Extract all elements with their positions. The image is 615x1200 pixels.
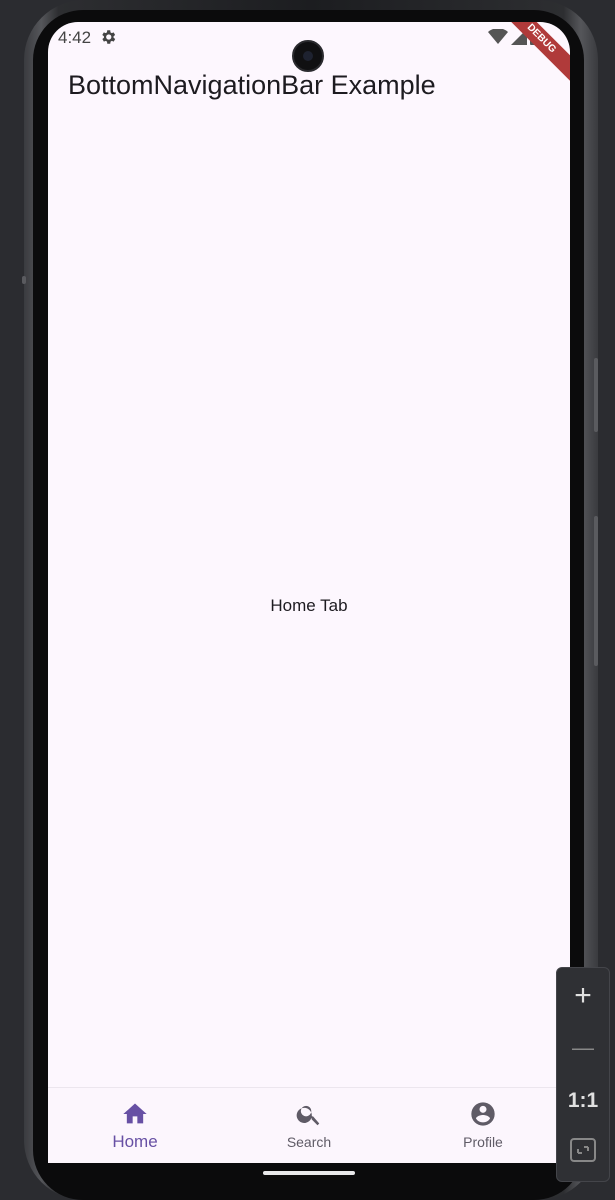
bottom-navigation-bar: Home Search Profile [48,1087,570,1163]
nav-label-profile: Profile [463,1134,503,1150]
home-icon [121,1100,149,1128]
gesture-handle[interactable] [263,1171,355,1175]
actual-size-button[interactable]: 1:1 [557,1079,609,1123]
frame-notch-left [22,276,26,284]
nav-label-home: Home [112,1132,158,1151]
device-screen: 4:42 DEBUG BottomNavigationBar Example H… [48,22,570,1163]
page-title: BottomNavigationBar Example [68,70,436,100]
emulator-zoom-panel: + — 1:1 [556,967,610,1182]
status-time: 4:42 [58,28,92,47]
nav-item-search[interactable]: Search [222,1088,396,1163]
zoom-in-button[interactable]: + [557,974,609,1018]
fit-screen-button[interactable] [557,1130,609,1174]
tab-content-text: Home Tab [270,596,348,615]
search-icon [295,1100,323,1128]
zoom-out-button[interactable]: — [557,1026,609,1070]
nav-item-profile[interactable]: Profile [396,1088,570,1163]
nav-label-search: Search [286,1134,332,1150]
fit-screen-icon [570,1137,596,1167]
nav-item-home[interactable]: Home [48,1088,222,1163]
front-camera [292,40,324,72]
volume-up-button [594,358,598,432]
power-button [594,516,598,666]
wifi-icon [488,27,508,50]
settings-gear-icon [99,28,117,46]
account-circle-icon [469,1100,497,1128]
